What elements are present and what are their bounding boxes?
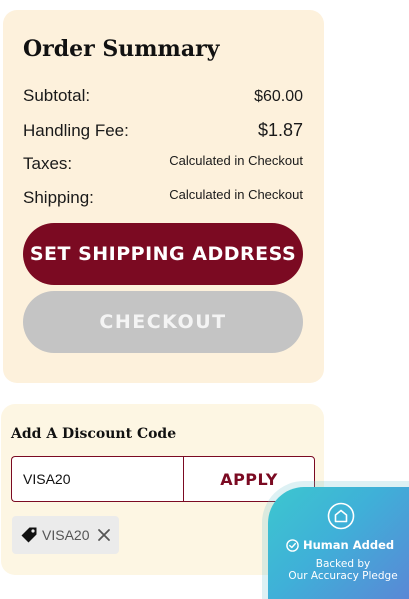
applied-discount-code: VISA20 — [42, 527, 90, 543]
discount-code-input[interactable] — [11, 456, 183, 502]
checkout-button[interactable]: CHECKOUT — [23, 291, 303, 353]
shield-home-icon — [327, 502, 355, 530]
shipping-label: Shipping: — [23, 188, 94, 207]
handling-fee-row: Handling Fee: $1.87 — [23, 120, 303, 141]
handling-fee-value: $1.87 — [257, 120, 303, 140]
badge-title-text: Human Added — [303, 538, 395, 552]
taxes-row: Taxes: Calculated in Checkout — [23, 153, 303, 174]
taxes-value: Calculated in Checkout — [169, 153, 303, 168]
shipping-value: Calculated in Checkout — [169, 187, 303, 202]
badge-subtitle-1: Backed by — [315, 558, 371, 570]
tag-icon — [20, 526, 38, 544]
applied-discount-chip: VISA20 — [12, 516, 119, 554]
remove-discount-icon[interactable] — [97, 528, 111, 542]
subtotal-label: Subtotal: — [23, 86, 91, 105]
taxes-label: Taxes: — [23, 154, 73, 173]
order-summary-title: Order Summary — [23, 36, 220, 62]
set-shipping-address-button[interactable]: SET SHIPPING ADDRESS — [23, 223, 303, 285]
subtotal-row: Subtotal: $60.00 — [23, 86, 303, 106]
shipping-row: Shipping: Calculated in Checkout — [23, 187, 303, 208]
check-circle-icon — [286, 538, 299, 552]
discount-code-title: Add A Discount Code — [11, 426, 177, 442]
subtotal-value: $60.00 — [254, 88, 303, 105]
handling-fee-label: Handling Fee: — [23, 121, 129, 140]
badge-subtitle-2: Our Accuracy Pledge — [288, 570, 398, 582]
human-added-badge[interactable]: Human Added Backed by Our Accuracy Pledg… — [268, 487, 409, 599]
order-summary-panel: Order Summary Subtotal: $60.00 Handling … — [3, 10, 324, 383]
badge-title: Human Added — [286, 538, 394, 552]
